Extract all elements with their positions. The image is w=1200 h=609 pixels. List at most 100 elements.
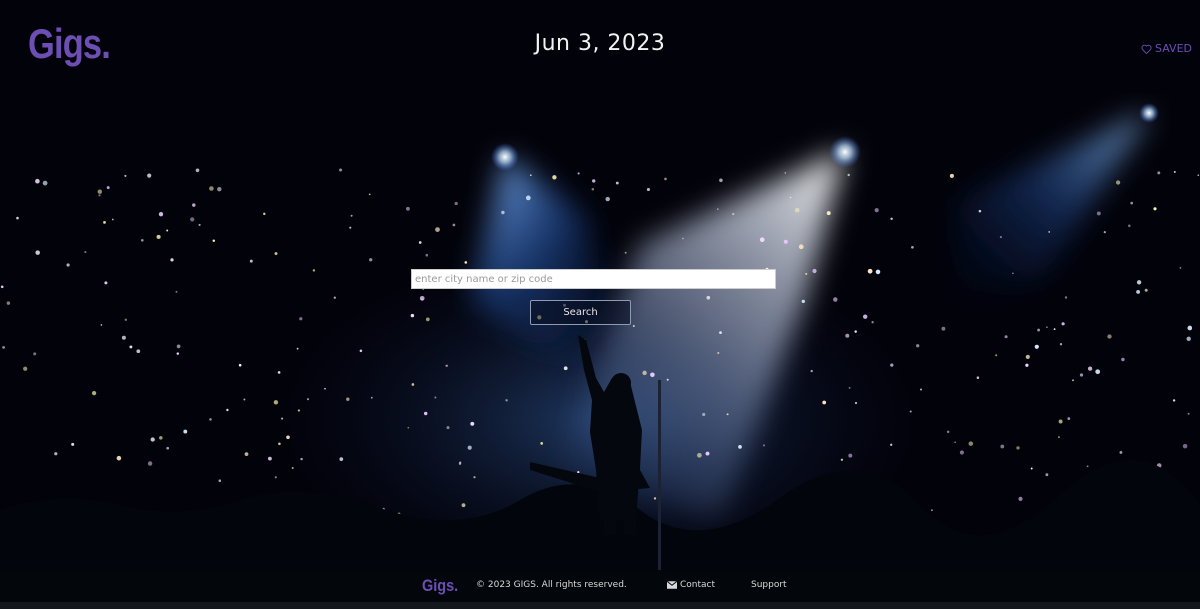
crowd-light-dot bbox=[277, 371, 281, 374]
crowd-light-dot bbox=[1018, 496, 1023, 501]
crowd-light-dot bbox=[1130, 201, 1134, 205]
crowd-light-dot bbox=[1128, 224, 1131, 228]
crowd-light-dot bbox=[501, 210, 505, 215]
crowd-light-dot bbox=[949, 173, 954, 178]
crowd-light-dot bbox=[176, 352, 180, 355]
crowd-light-dot bbox=[525, 195, 531, 201]
crowd-light-dot bbox=[1179, 267, 1182, 269]
crowd-light-dot bbox=[1059, 343, 1063, 346]
crowd-light-dot bbox=[42, 180, 48, 186]
crowd-light-dot bbox=[1034, 344, 1039, 349]
copyright-text: © 2023 GIGS. All rights reserved. bbox=[476, 580, 627, 590]
crowd-light-dot bbox=[0, 285, 4, 289]
crowd-light-dot bbox=[183, 429, 188, 434]
crowd-light-dot bbox=[281, 417, 284, 420]
crowd-light-dot bbox=[159, 436, 163, 440]
crowd-light-dot bbox=[738, 445, 742, 449]
crowd-light-dot bbox=[783, 239, 788, 244]
crowd-light-dot bbox=[129, 345, 133, 349]
crowd-light-dot bbox=[106, 186, 110, 190]
crowd-light-dot bbox=[349, 226, 352, 229]
crowd-light-dot bbox=[1172, 399, 1176, 402]
crowd-light-dot bbox=[1173, 170, 1176, 173]
crowd-light-dot bbox=[702, 412, 706, 417]
crowd-light-dot bbox=[968, 441, 974, 446]
crowd-light-dot bbox=[1136, 280, 1142, 285]
crowd-light-dot bbox=[1004, 335, 1008, 339]
crowd-light-dot bbox=[212, 239, 216, 242]
footer: Gigs. © 2023 GIGS. All rights reserved. … bbox=[0, 570, 1200, 602]
crowd-light-dot bbox=[1182, 443, 1188, 449]
crowd-light-dot bbox=[954, 441, 956, 444]
crowd-light-dot bbox=[946, 430, 950, 434]
support-link[interactable]: Support bbox=[751, 580, 787, 590]
crowd-light-dot bbox=[1086, 465, 1089, 468]
crowd-light-dot bbox=[1103, 231, 1106, 234]
crowd-light-dot bbox=[190, 217, 195, 222]
crowd-light-dot bbox=[976, 376, 980, 379]
crowd-light-dot bbox=[218, 479, 222, 482]
crowd-light-dot bbox=[909, 410, 912, 413]
crowd-light-dot bbox=[1144, 288, 1148, 292]
crowd-light-dot bbox=[6, 301, 11, 305]
crowd-light-dot bbox=[124, 174, 127, 177]
crowd-light-dot bbox=[605, 196, 610, 202]
crowd-light-dot bbox=[16, 216, 19, 220]
crowd-light-dot bbox=[84, 251, 87, 254]
crowd-light-dot bbox=[166, 229, 169, 232]
crowd-light-dot bbox=[1025, 354, 1030, 359]
contact-link[interactable]: Contact bbox=[667, 580, 715, 590]
crowd-light-dot bbox=[505, 399, 508, 402]
crowd-light-dot bbox=[238, 363, 242, 367]
crowd-light-dot bbox=[1186, 336, 1191, 341]
crowd-light-dot bbox=[1187, 325, 1193, 331]
crowd-light-dot bbox=[2, 346, 5, 349]
crowd-light-dot bbox=[717, 352, 720, 354]
search-button[interactable]: Search bbox=[530, 300, 631, 325]
crowd-light-dot bbox=[124, 318, 127, 321]
crowd-light-dot bbox=[705, 451, 710, 456]
search-input[interactable] bbox=[411, 269, 776, 289]
crowd-light-dot bbox=[470, 421, 475, 426]
crowd-light-dot bbox=[848, 453, 853, 458]
crowd-light-dot bbox=[369, 258, 373, 262]
crowd-light-dot bbox=[147, 461, 153, 466]
crowd-light-dot bbox=[759, 237, 765, 243]
crowd-light-dot bbox=[706, 295, 711, 300]
crowd-light-dot bbox=[840, 458, 844, 461]
crowd-light-dot bbox=[209, 186, 214, 191]
crowd-light-dot bbox=[653, 497, 657, 500]
crowd-light-dot bbox=[833, 297, 838, 302]
crowd-light-dot bbox=[209, 418, 212, 421]
crowd-light-dot bbox=[278, 442, 281, 446]
crowd-light-dot bbox=[999, 236, 1002, 239]
crowd-light-dot bbox=[473, 476, 476, 479]
crowd-light-dot bbox=[978, 209, 982, 213]
crowd-light-dot bbox=[798, 244, 804, 250]
crowd-light-dot bbox=[346, 397, 350, 401]
crowd-light-dot bbox=[624, 251, 627, 254]
saved-label: SAVED bbox=[1155, 42, 1192, 55]
crowd-light-dot bbox=[1153, 207, 1157, 211]
saved-link[interactable]: SAVED bbox=[1141, 42, 1192, 55]
crowd-light-dot bbox=[1087, 366, 1093, 371]
crowd-light-dot bbox=[312, 269, 316, 272]
crowd-light-dot bbox=[98, 194, 101, 197]
crowd-light-dot bbox=[333, 296, 336, 299]
crowd-light-dot bbox=[141, 239, 144, 242]
crowd-light-dot bbox=[1061, 322, 1065, 326]
crowd-light-dot bbox=[854, 401, 858, 405]
crowd-light-dot bbox=[1053, 328, 1056, 331]
crowd-light-dot bbox=[632, 325, 635, 327]
crowd-light-dot bbox=[425, 253, 429, 257]
crowd-light-dot bbox=[300, 457, 303, 461]
crowd-light-dot bbox=[615, 181, 619, 185]
crowd-light-dot bbox=[423, 411, 428, 416]
crowd-light-dot bbox=[175, 290, 178, 293]
crowd-light-dot bbox=[552, 175, 557, 180]
crowd-light-dot bbox=[425, 317, 430, 322]
crowd-light-dot bbox=[1136, 289, 1141, 294]
crowd-light-dot bbox=[930, 509, 933, 512]
crowd-light-dot bbox=[875, 269, 881, 275]
footer-logo[interactable]: Gigs. bbox=[422, 576, 458, 596]
